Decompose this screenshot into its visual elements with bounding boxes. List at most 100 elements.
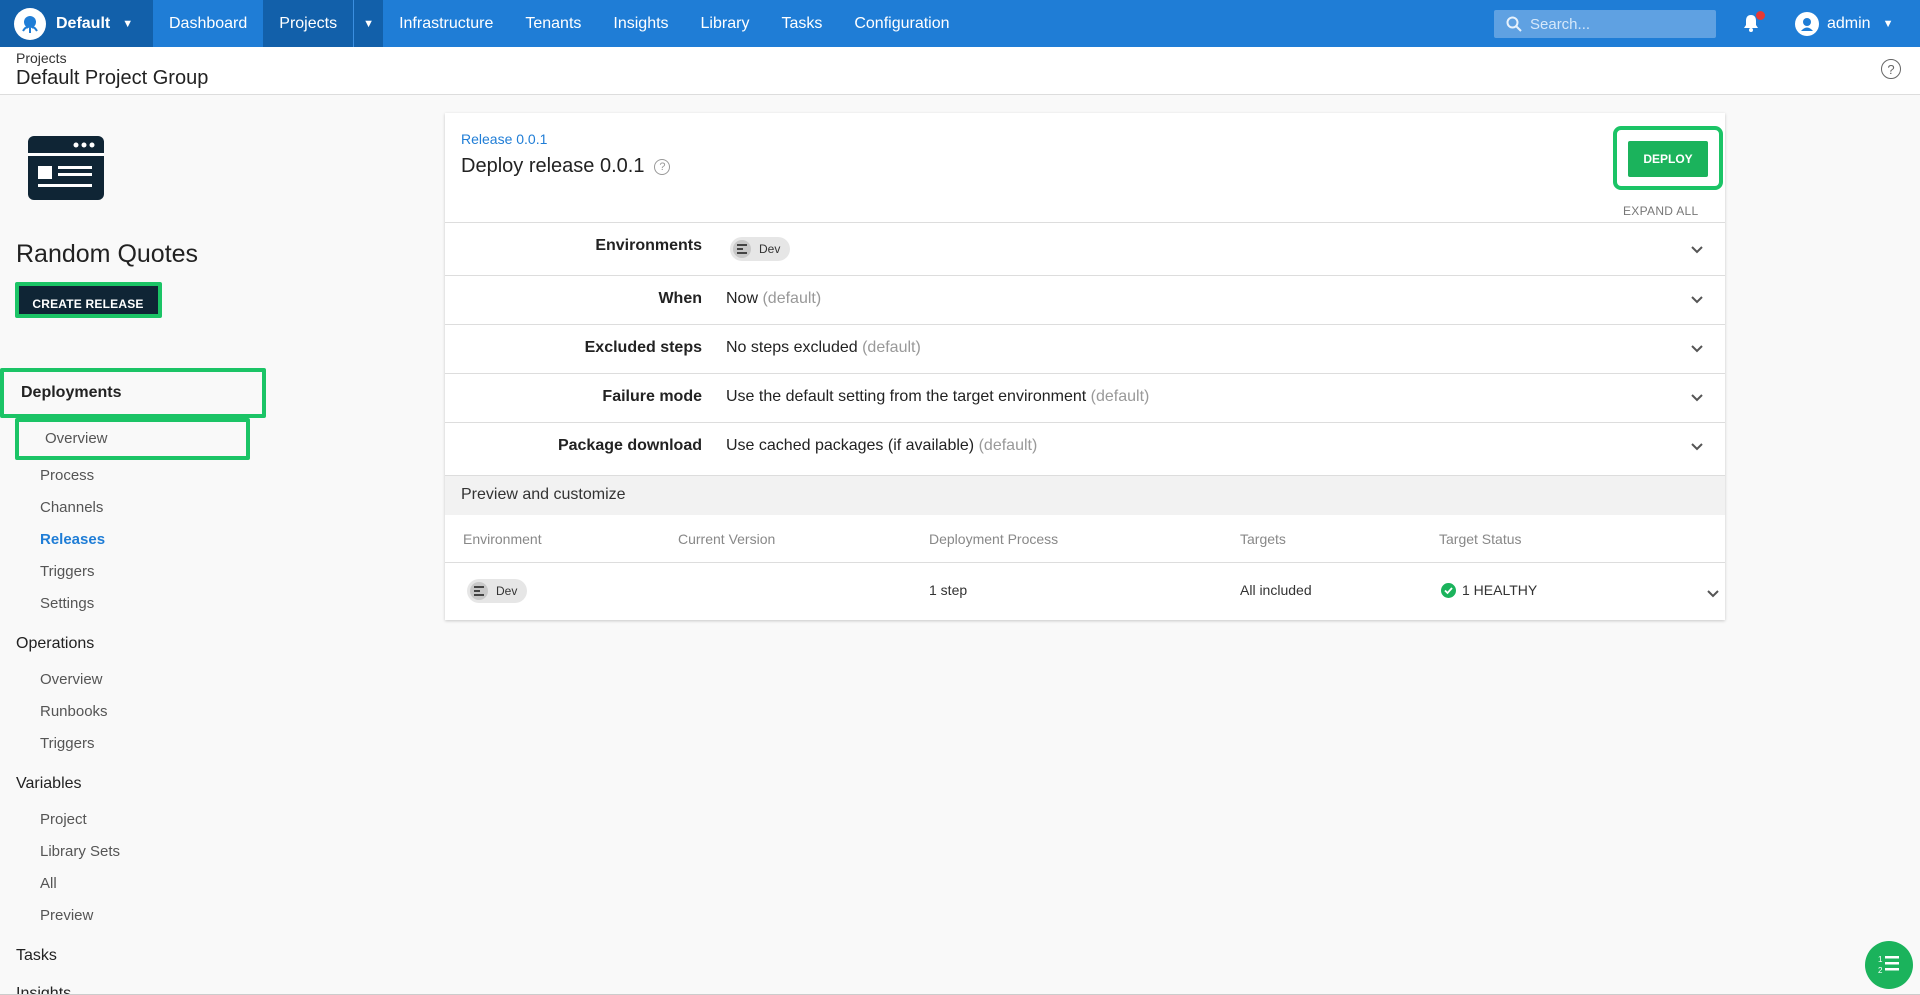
search-input[interactable]: Search... <box>1494 10 1716 38</box>
targets-cell: All included <box>1240 582 1312 598</box>
row-value: Dev <box>730 237 791 261</box>
help-icon[interactable]: ? <box>654 158 671 175</box>
row-label: Package download <box>557 437 702 454</box>
help-icon[interactable]: ? <box>1881 59 1901 79</box>
excluded-steps-row[interactable]: Excluded steps No steps excluded (defaul… <box>445 324 1725 373</box>
sidebar-item-settings[interactable]: Settings <box>40 595 94 612</box>
row-value-text: Use cached packages (if available) <box>726 437 975 454</box>
nav-library[interactable]: Library <box>685 0 766 47</box>
sidebar-heading-operations[interactable]: Operations <box>16 635 94 653</box>
user-menu[interactable]: admin ▼ <box>1795 0 1893 47</box>
row-default-text: (default) <box>1090 388 1150 405</box>
nav-infrastructure[interactable]: Infrastructure <box>383 0 509 47</box>
row-value: Now (default) <box>726 290 821 308</box>
page-title: Default Project Group <box>16 67 209 89</box>
nav-projects[interactable]: Projects <box>263 0 354 47</box>
sidebar-item-variables-preview[interactable]: Preview <box>40 907 93 924</box>
column-header-target-status: Target Status <box>1439 531 1522 547</box>
column-header-deployment-process: Deployment Process <box>929 531 1059 547</box>
sidebar-item-runbooks[interactable]: Runbooks <box>40 703 108 720</box>
projects-dropdown-icon[interactable]: ▼ <box>353 0 384 47</box>
sidebar-heading-tasks[interactable]: Tasks <box>16 947 57 965</box>
sidebar-item-operations-overview[interactable]: Overview <box>40 671 103 688</box>
chevron-down-icon: ▼ <box>122 17 134 30</box>
row-value-text: Use the default setting from the target … <box>726 388 1087 405</box>
sidebar-item-library-sets[interactable]: Library Sets <box>40 843 120 860</box>
sidebar-item-process[interactable]: Process <box>40 467 94 484</box>
sidebar-item-triggers[interactable]: Triggers <box>40 563 94 580</box>
card-title: Deploy release 0.0.1 ? <box>461 155 671 178</box>
chevron-down-icon[interactable] <box>1689 439 1705 455</box>
chevron-down-icon[interactable] <box>1689 292 1705 308</box>
chevron-down-icon[interactable] <box>1689 390 1705 406</box>
expand-all-button[interactable]: EXPAND ALL <box>1623 204 1698 218</box>
row-label: When <box>658 290 702 307</box>
nav-dashboard[interactable]: Dashboard <box>153 0 263 47</box>
row-default-text: (default) <box>978 437 1038 454</box>
package-download-row[interactable]: Package download Use cached packages (if… <box>445 422 1725 475</box>
environment-cell: Dev <box>467 579 528 603</box>
row-value: Use cached packages (if available) (defa… <box>726 437 1037 455</box>
row-label: Failure mode <box>602 388 702 405</box>
environment-chip: Dev <box>467 579 528 603</box>
row-default-text: (default) <box>862 339 921 356</box>
nav-tenants[interactable]: Tenants <box>509 0 597 47</box>
table-divider <box>445 562 1725 563</box>
project-logo-icon <box>28 136 104 200</box>
deployment-process-cell: 1 step <box>929 582 968 598</box>
search-placeholder: Search... <box>1530 15 1591 33</box>
chevron-down-icon: ▼ <box>1882 17 1894 30</box>
sidebar-item-overview[interactable]: Overview <box>45 430 108 447</box>
preview-section-header: Preview and customize <box>445 475 1725 515</box>
target-status-text: 1 HEALTHY <box>1462 582 1538 598</box>
failure-mode-row[interactable]: Failure mode Use the default setting fro… <box>445 373 1725 422</box>
sidebar-item-operations-triggers[interactable]: Triggers <box>40 735 94 752</box>
deploy-button[interactable]: DEPLOY <box>1628 141 1708 177</box>
preview-title: Preview and customize <box>461 486 626 503</box>
row-value: Use the default setting from the target … <box>726 388 1149 406</box>
task-list-fab-icon[interactable]: 1 2 <box>1865 941 1913 989</box>
user-name: admin <box>1827 14 1871 32</box>
breadcrumb[interactable]: Projects <box>16 50 67 66</box>
sidebar-heading-variables[interactable]: Variables <box>16 775 82 793</box>
environment-chip-label: Dev <box>759 242 781 256</box>
space-switcher[interactable]: Default ▼ <box>0 0 153 47</box>
chevron-down-icon[interactable] <box>1705 586 1721 602</box>
avatar <box>1795 11 1819 36</box>
sidebar-item-releases[interactable]: Releases <box>40 531 105 548</box>
release-link[interactable]: Release 0.0.1 <box>461 131 547 147</box>
column-header-environment: Environment <box>463 531 542 547</box>
project-name: Random Quotes <box>16 240 199 268</box>
deploy-release-card: Release 0.0.1 Deploy release 0.0.1 ? DEP… <box>445 113 1725 620</box>
chevron-down-icon[interactable] <box>1689 242 1705 258</box>
svg-text:1: 1 <box>1878 955 1883 964</box>
nav-insights[interactable]: Insights <box>597 0 684 47</box>
octopus-logo-icon <box>14 7 46 40</box>
healthy-check-icon <box>1441 582 1456 598</box>
nav-configuration[interactable]: Configuration <box>838 0 965 47</box>
row-value-text: Now <box>726 290 759 307</box>
notification-badge <box>1756 11 1765 20</box>
environment-chip-label: Dev <box>496 584 518 598</box>
row-default-text: (default) <box>762 290 822 307</box>
row-label: Environments <box>595 237 702 254</box>
row-value: No steps excluded (default) <box>726 339 921 357</box>
environment-chip: Dev <box>730 237 791 261</box>
target-status-cell: 1 HEALTHY <box>1441 582 1537 598</box>
sidebar-item-variables-project[interactable]: Project <box>40 811 87 828</box>
environments-row[interactable]: Environments Dev <box>445 222 1725 275</box>
sidebar-heading-deployments[interactable]: Deployments <box>21 384 121 402</box>
create-release-button[interactable]: CREATE RELEASE <box>18 285 158 315</box>
column-header-current-version: Current Version <box>678 531 776 547</box>
page-header: Projects Default Project Group ? <box>0 47 1920 95</box>
deploy-title: Deploy release 0.0.1 <box>461 155 645 177</box>
when-row[interactable]: When Now (default) <box>445 275 1725 324</box>
sidebar-item-channels[interactable]: Channels <box>40 499 103 516</box>
environment-icon <box>470 582 488 600</box>
sidebar-item-variables-all[interactable]: All <box>40 875 57 892</box>
nav-tasks[interactable]: Tasks <box>765 0 838 47</box>
row-label: Excluded steps <box>584 339 702 356</box>
environment-icon <box>733 240 751 258</box>
chevron-down-icon[interactable] <box>1689 341 1705 357</box>
svg-text:2: 2 <box>1878 966 1883 975</box>
